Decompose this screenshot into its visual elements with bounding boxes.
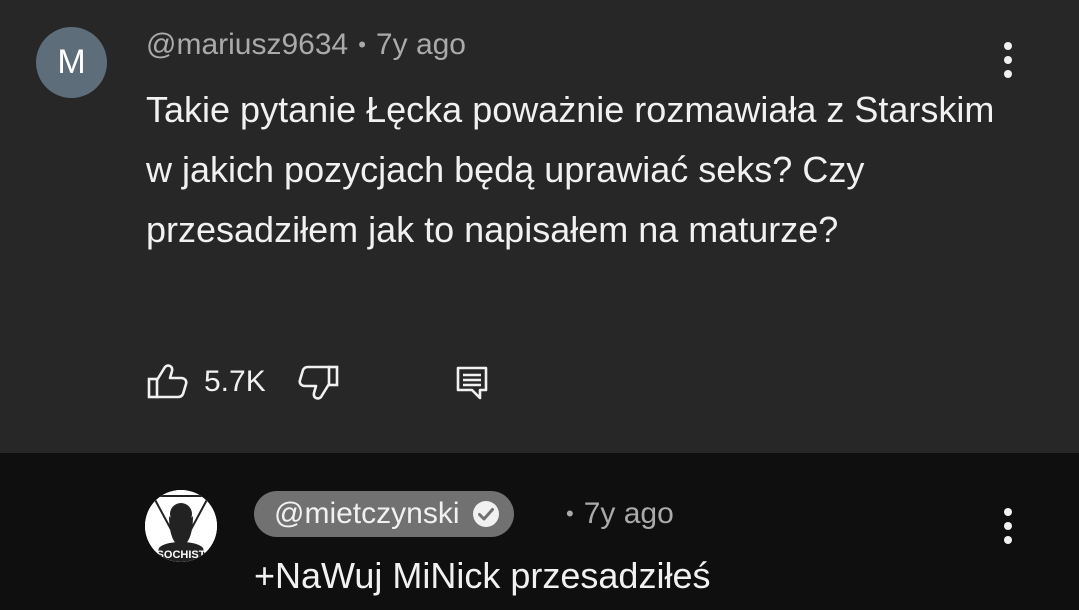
comment-text: Takie pytanie Łęcka poważnie rozmawiała … [146,89,995,250]
reply-icon[interactable] [450,360,494,404]
like-count: 5.7K [204,365,266,398]
thumbs-down-icon[interactable] [296,360,340,404]
comment-timestamp[interactable]: 7y ago [376,28,466,62]
comment-card: M @mariusz9634 • 7y ago Takie pytanie Łę… [0,0,1079,453]
reply-avatar[interactable]: SOCHIST [145,490,217,562]
reply-meta: • 7y ago [566,496,674,532]
reply-author: @mietczynski [274,497,460,530]
reply-more-vertical-icon[interactable] [998,506,1018,546]
reply-meta-separator: • [566,501,574,526]
reply-timestamp[interactable]: 7y ago [584,497,674,531]
reply-author-chip[interactable]: @mietczynski [254,491,515,537]
comment-meta: @mariusz9634 • 7y ago [146,27,466,63]
thumbs-up-icon[interactable] [146,360,190,404]
meta-separator: • [358,32,366,57]
comment-actions: 5.7K [146,360,494,404]
reply-avatar-text: SOCHIST [157,549,206,561]
more-vertical-icon[interactable] [998,40,1018,80]
commenter-avatar[interactable]: M [36,27,107,98]
comment-author[interactable]: @mariusz9634 [146,28,348,62]
reply-text: +NaWuj MiNick przesadziłeś [254,555,711,596]
verified-badge-icon [473,501,500,527]
